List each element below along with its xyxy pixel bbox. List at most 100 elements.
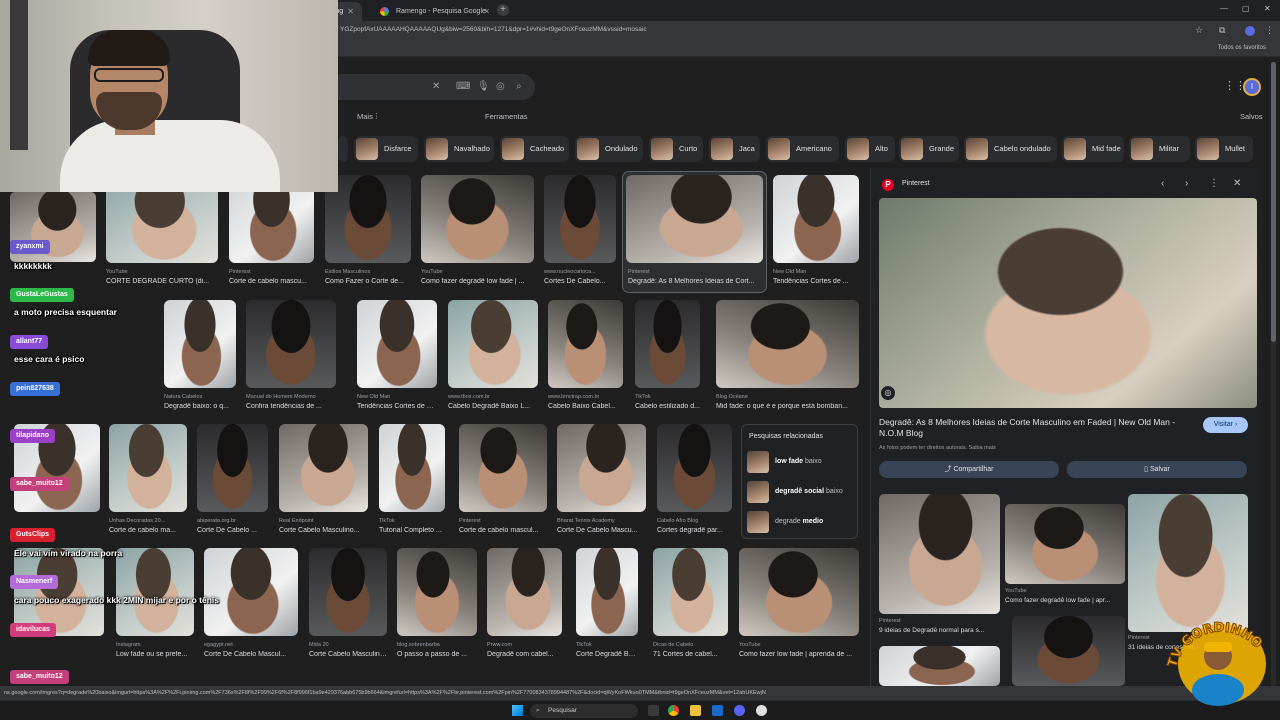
obs-icon[interactable] xyxy=(756,705,767,716)
search-icon[interactable]: ⌕ xyxy=(516,81,522,92)
url-input[interactable]: YGZpopfAxUAAAAAHQAAAAAQUg&biw=2560&bih=1… xyxy=(340,26,647,33)
result-tile[interactable]: Cabelo Afro Blog Cortes degradê par... xyxy=(657,424,732,539)
chip-jaca[interactable]: Jaca xyxy=(709,136,760,162)
result-image xyxy=(557,424,646,512)
save-button[interactable]: ▯ Salvar xyxy=(1067,461,1247,478)
result-tile[interactable]: TikTok Tutorial Completo ... xyxy=(379,424,445,539)
chat-username: GustaLeGustas xyxy=(10,288,74,302)
more-dots-icon[interactable]: ⋮ xyxy=(373,112,380,120)
nav-tools[interactable]: Ferramentas xyxy=(485,112,528,121)
windows-start-icon[interactable] xyxy=(512,705,523,716)
clear-icon[interactable]: ✕ xyxy=(432,81,440,92)
chip-partial[interactable] xyxy=(338,136,348,162)
keyboard-icon[interactable]: ⌨ xyxy=(456,81,470,92)
preview-source[interactable]: Pinterest xyxy=(902,180,930,187)
chip-mid-fade[interactable]: Mid fade xyxy=(1062,136,1124,162)
preview-title[interactable]: Degradê: As 8 Melhores Ideias de Corte M… xyxy=(879,417,1199,439)
result-tile[interactable]: YouTube Como fazer degradê low fade | ..… xyxy=(421,175,534,290)
chat-username: idavilucas xyxy=(10,623,56,637)
chip-mullet[interactable]: Mullet xyxy=(1195,136,1253,162)
avatar[interactable]: I xyxy=(1243,78,1261,96)
result-image xyxy=(773,175,859,263)
result-tile[interactable]: www.tbox.com.br Cabelo Degradê Baixo L..… xyxy=(448,300,538,415)
result-tile[interactable]: New Old Man Tendências Cortes de ... xyxy=(773,175,859,290)
close-tab-icon[interactable]: ✕ xyxy=(347,2,354,21)
extensions-icon[interactable]: ⧉ xyxy=(1219,25,1225,36)
scrollbar-thumb[interactable] xyxy=(1271,62,1276,342)
result-tile[interactable]: blog.sobrenbarba O passo a passo de ... xyxy=(397,548,477,663)
prev-image-icon[interactable]: ‹ xyxy=(1161,178,1164,189)
result-tile[interactable]: Prww.com Degradê com cabel... xyxy=(487,548,562,663)
related-searches: Pesquisas relacionadas low fade baixo de… xyxy=(741,424,858,539)
discord-icon[interactable] xyxy=(734,705,745,716)
related-image-tile[interactable]: YouTube Como fazer degradê low fade | ap… xyxy=(1005,504,1125,614)
next-image-icon[interactable]: › xyxy=(1185,178,1188,189)
chip-americano[interactable]: Americano xyxy=(766,136,839,162)
nav-saved[interactable]: Salvos xyxy=(1240,112,1263,121)
related-search-item[interactable]: degrade medio xyxy=(747,511,855,533)
chat-message: kkkkkkkk xyxy=(14,261,52,271)
all-bookmarks-link[interactable]: Todos os favoritos xyxy=(1218,45,1266,51)
chip-militar[interactable]: Militar xyxy=(1129,136,1190,162)
menu-kebab-icon[interactable]: ⋮ xyxy=(1265,25,1274,36)
result-tile[interactable]: New Old Man Tendências Cortes de C... xyxy=(357,300,437,415)
chip-disfarce[interactable]: Disfarce xyxy=(354,136,418,162)
share-button[interactable]: ⤴ Compartilhar xyxy=(879,461,1059,478)
result-tile-selected[interactable]: Pinterest Degradê: As 8 Melhores Ideias … xyxy=(622,171,767,293)
chrome-icon[interactable] xyxy=(668,705,679,716)
profile-icon[interactable] xyxy=(1245,26,1255,36)
close-window-icon[interactable]: ✕ xyxy=(1264,4,1271,13)
related-image-tile[interactable] xyxy=(1012,616,1125,686)
close-tab-icon[interactable]: ✕ xyxy=(483,2,490,21)
result-tile[interactable]: TikTok Cabelo estilizado d... xyxy=(635,300,700,415)
file-explorer-icon[interactable] xyxy=(690,705,701,716)
steam-icon[interactable] xyxy=(712,705,723,716)
chat-username: sabe_muito12 xyxy=(10,477,69,491)
result-tile[interactable]: Pinterest Corte de cabelo mascul... xyxy=(459,424,547,539)
result-image xyxy=(657,424,732,512)
lens-search-icon[interactable]: ◎ xyxy=(881,386,895,400)
related-image-tile[interactable]: Pinterest 9 ideias de Degradê normal par… xyxy=(879,494,1000,639)
related-image-tile[interactable] xyxy=(879,646,1000,686)
result-image xyxy=(626,175,763,263)
result-tile[interactable]: www.nucleocarioca... Cortes De Cabelo... xyxy=(544,175,616,290)
result-tile[interactable]: www.bmctrap.com.br Cabelo Baixo Cabel... xyxy=(548,300,623,415)
tab-ramengo[interactable]: Ramengo - Pesquisa Google ✕ xyxy=(370,2,498,21)
more-options-icon[interactable]: ⋮ xyxy=(1209,178,1219,189)
related-search-item[interactable]: low fade baixo xyxy=(747,451,855,473)
close-icon[interactable]: ✕ xyxy=(1233,178,1241,189)
visit-button[interactable]: Visitar › xyxy=(1203,417,1248,433)
result-tile[interactable]: TikTok Corte Degradê Bai... xyxy=(576,548,638,663)
nav-more[interactable]: Mais xyxy=(357,112,373,121)
preview-image[interactable] xyxy=(879,198,1257,408)
task-view-icon[interactable] xyxy=(648,705,659,716)
result-tile[interactable]: Dicas de Cabelo 71 Cortes de cabel... xyxy=(653,548,728,663)
result-tile[interactable]: YouTube Como fazer low fade | aprenda de… xyxy=(739,548,859,663)
result-image xyxy=(487,548,562,636)
webcam-overlay xyxy=(0,0,338,192)
chip-cacheado[interactable]: Cacheado xyxy=(500,136,569,162)
filter-chips: Disfarce Navalhado Cacheado Ondulado Cur… xyxy=(338,136,1260,164)
chip-navalhado[interactable]: Navalhado xyxy=(424,136,494,162)
maximize-icon[interactable]: ▢ xyxy=(1242,4,1250,13)
windows-taskbar: ⌕ Pesquisar xyxy=(0,700,1280,720)
bookmark-star-icon[interactable]: ☆ xyxy=(1195,25,1203,36)
related-search-item[interactable]: degradê social baixo xyxy=(747,481,855,503)
new-tab-button[interactable]: + xyxy=(497,4,509,16)
search-input[interactable]: ✕ ⌨ 🎙 ◎ ⌕ xyxy=(338,74,535,100)
chip-curto[interactable]: Curto xyxy=(649,136,703,162)
chat-username: pein827638 xyxy=(10,382,60,396)
minimize-icon[interactable]: — xyxy=(1220,4,1228,13)
chat-username: sabe_muito12 xyxy=(10,670,69,684)
chat-username: tilapidano xyxy=(10,429,56,443)
lens-icon[interactable]: ◎ xyxy=(496,81,505,92)
mic-icon[interactable]: 🎙 xyxy=(477,81,490,92)
chip-alto[interactable]: Alto xyxy=(845,136,895,162)
result-tile[interactable]: Blog Océane Mid fade: o que é e porque e… xyxy=(716,300,859,415)
copyright-notice: As fotos podem ter direitos autorais. Sa… xyxy=(879,445,996,451)
chip-cabelo-ondulado[interactable]: Cabelo ondulado xyxy=(964,136,1057,162)
result-tile[interactable]: Bharat Tennis Academy Corte De Cabelo Ma… xyxy=(557,424,646,539)
taskbar-search[interactable]: ⌕ Pesquisar xyxy=(530,704,638,718)
chip-grande[interactable]: Grande xyxy=(899,136,959,162)
chip-ondulado[interactable]: Ondulado xyxy=(575,136,643,162)
